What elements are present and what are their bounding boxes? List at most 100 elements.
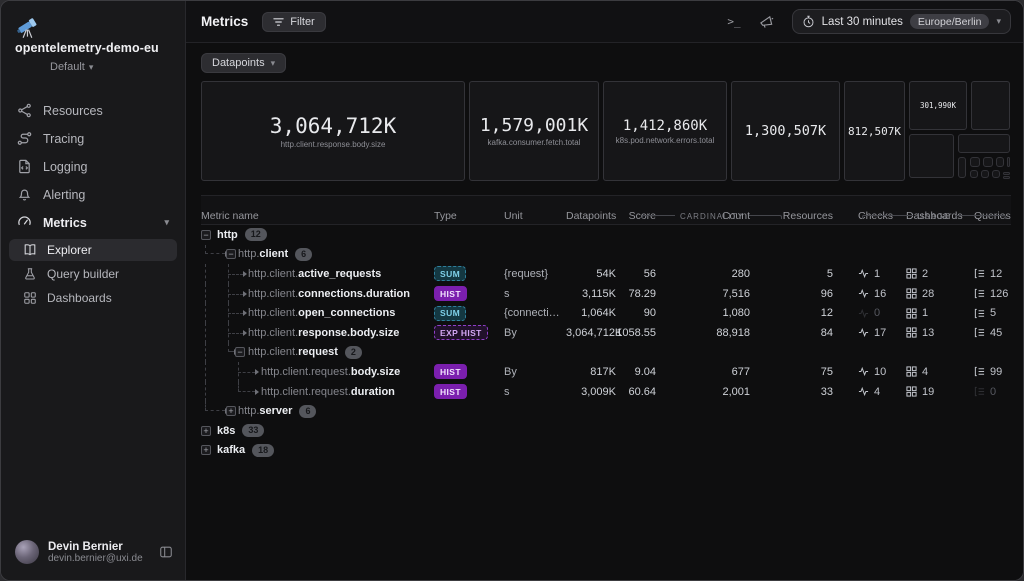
sidebar-item-dashboards[interactable]: Dashboards	[9, 287, 177, 309]
col-header-metric-name[interactable]: Metric name	[201, 198, 434, 222]
org-name: opentelemetry-demo-eu	[15, 41, 159, 55]
treemap-card[interactable]: 1,579,001Kkafka.consumer.fetch.total	[469, 81, 599, 181]
gauge-icon	[17, 215, 32, 230]
treemap-card[interactable]	[996, 157, 1004, 167]
queries-usage: 0	[974, 386, 1011, 398]
queries-icon	[974, 268, 985, 279]
time-range-button[interactable]: Last 30 minutes Europe/Berlin ▾	[792, 9, 1011, 34]
sidebar-item-resources[interactable]: Resources	[9, 97, 177, 124]
checks-icon	[858, 268, 869, 279]
queries-usage: 45	[974, 327, 1011, 339]
topbar: Metrics Filter >_ Last 30 minutes Europe…	[186, 1, 1023, 43]
treemap-card[interactable]	[981, 170, 989, 178]
expand-toggle[interactable]: +	[201, 426, 211, 436]
col-header-unit[interactable]: Unit	[504, 198, 566, 222]
treemap-card[interactable]	[970, 157, 980, 167]
metric-name-cell: http.client.active_requests	[201, 264, 434, 284]
chevron-down-icon: ▾	[89, 62, 94, 73]
checks-icon	[858, 308, 869, 319]
collapse-sidebar-icon[interactable]	[159, 545, 173, 559]
telescope-logo-icon	[15, 15, 41, 41]
treemap-card[interactable]	[970, 170, 978, 178]
sidebar-item-logging[interactable]: Logging	[9, 153, 177, 180]
chevron-down-icon: ▾	[271, 58, 276, 69]
metric-row[interactable]: http.client.request.duration HIST s 3,00…	[201, 382, 1011, 402]
dashboards-icon	[906, 327, 917, 338]
checks-usage: 16	[858, 288, 906, 300]
dashboards-usage: 13	[906, 327, 974, 339]
metric-row[interactable]: −http12	[201, 225, 1011, 245]
expand-toggle[interactable]: +	[201, 445, 211, 455]
treemap-card[interactable]: 3,064,712Khttp.client.response.body.size	[201, 81, 465, 181]
treemap-card[interactable]	[909, 134, 954, 178]
treemap-card[interactable]: 812,507K	[844, 81, 905, 181]
datapoints-dropdown[interactable]: Datapoints ▾	[201, 53, 286, 73]
sidebar-item-label: Query builder	[47, 267, 119, 281]
treemap-card[interactable]	[958, 157, 966, 178]
queries-icon	[974, 386, 985, 397]
checks-usage: 17	[858, 327, 906, 339]
checks-icon	[858, 366, 869, 377]
treemap-card[interactable]	[1003, 176, 1010, 179]
metric-row[interactable]: http.client.open_connections SUM {connec…	[201, 303, 1011, 323]
treemap: 3,064,712Khttp.client.response.body.size…	[201, 81, 1013, 181]
col-header-datapoints[interactable]: Datapoints	[566, 198, 616, 222]
content: Datapoints ▾ 3,064,712Khttp.client.respo…	[186, 43, 1023, 580]
treemap-card[interactable]	[1007, 157, 1010, 167]
tracing-icon	[17, 131, 32, 146]
metric-type-badge: SUM	[434, 266, 466, 281]
dashboards-icon	[906, 366, 917, 377]
terminal-icon[interactable]: >_	[727, 15, 740, 28]
sidebar-item-query-builder[interactable]: Query builder	[9, 263, 177, 285]
dashboards-usage: 1	[906, 307, 974, 319]
workspace-selector[interactable]: Default ▾	[15, 55, 173, 73]
sidebar-item-label: Alerting	[43, 188, 85, 202]
metric-count-badge: 2	[345, 346, 362, 359]
metric-row[interactable]: http.client.request.body.size HIST By 81…	[201, 362, 1011, 382]
col-header-type[interactable]: Type	[434, 198, 504, 222]
sidebar-item-alerting[interactable]: Alerting	[9, 181, 177, 208]
metric-row[interactable]: http.client.active_requests SUM {request…	[201, 264, 1011, 284]
metric-name-cell: http.client.response.body.size	[201, 323, 434, 343]
treemap-card[interactable]: 301,990K	[909, 81, 967, 130]
treemap-card[interactable]	[1003, 172, 1010, 175]
metric-row[interactable]: http.client.connections.duration HIST s …	[201, 284, 1011, 304]
treemap-card[interactable]	[992, 170, 1000, 178]
metric-row[interactable]: +kafka18	[201, 441, 1011, 461]
sidebar-item-metrics[interactable]: Metrics ▾	[9, 209, 177, 236]
metric-row[interactable]: −http.client.request2	[201, 343, 1011, 363]
treemap-card[interactable]	[983, 157, 993, 167]
metric-row[interactable]: +k8s33	[201, 421, 1011, 441]
treemap-card[interactable]: 1,300,507K	[731, 81, 840, 181]
sidebar-item-explorer[interactable]: Explorer	[9, 239, 177, 261]
metric-row[interactable]: http.client.response.body.size EXP HIST …	[201, 323, 1011, 343]
metric-count-badge: 12	[245, 228, 267, 241]
collapse-toggle[interactable]: −	[201, 230, 211, 240]
filter-button[interactable]: Filter	[262, 12, 325, 32]
queries-icon	[974, 327, 985, 338]
sidebar-item-label: Resources	[43, 104, 103, 118]
megaphone-icon[interactable]	[759, 14, 774, 29]
metric-name-cell: http.client.open_connections	[201, 303, 434, 323]
sidebar-item-label: Tracing	[43, 132, 84, 146]
checks-usage: 1	[858, 268, 906, 280]
collapse-toggle[interactable]: −	[226, 249, 236, 259]
expand-toggle[interactable]: +	[226, 406, 236, 416]
avatar[interactable]	[15, 540, 39, 564]
sidebar-item-label: Explorer	[47, 243, 92, 257]
queries-icon	[974, 308, 985, 319]
metric-count-badge: 33	[242, 424, 264, 437]
metric-count-badge: 6	[299, 405, 316, 418]
metric-row[interactable]: +http.server6	[201, 401, 1011, 421]
treemap-card[interactable]	[958, 134, 1010, 153]
user-email: devin.bernier@uxi.de	[48, 553, 150, 564]
treemap-card[interactable]	[971, 81, 1010, 130]
metrics-submenu: Explorer Query builder Dashboards	[1, 237, 185, 311]
dashboards-grid-icon	[23, 291, 37, 305]
sidebar-item-label: Dashboards	[47, 291, 112, 305]
sidebar-item-tracing[interactable]: Tracing	[9, 125, 177, 152]
treemap-card[interactable]: 1,412,860Kk8s.pod.network.errors.total	[603, 81, 727, 181]
queries-icon	[974, 288, 985, 299]
collapse-toggle[interactable]: −	[235, 347, 245, 357]
metric-row[interactable]: −http.client6	[201, 245, 1011, 265]
